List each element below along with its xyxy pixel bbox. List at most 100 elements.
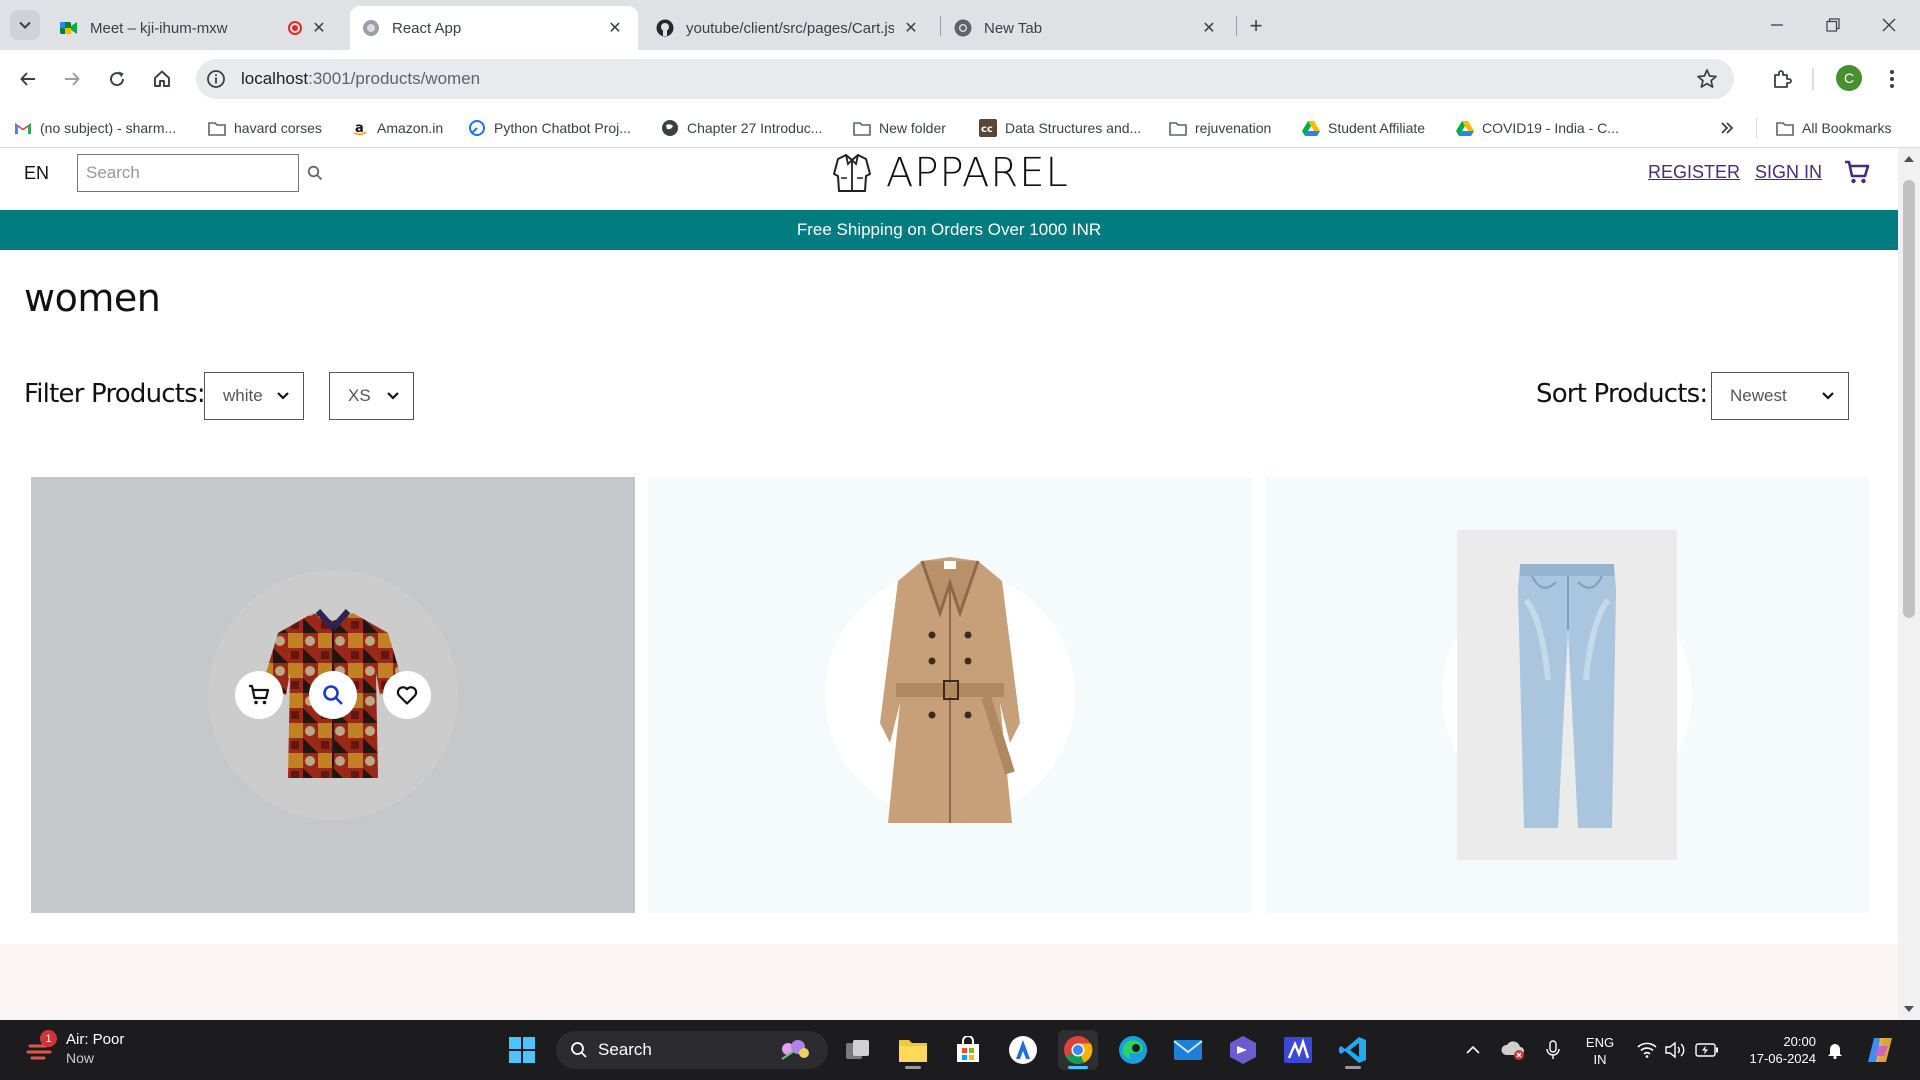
site-logo[interactable]: APPAREL — [832, 150, 1069, 196]
size-filter-select[interactable]: XS — [329, 372, 414, 420]
close-icon[interactable]: ✕ — [900, 17, 922, 39]
toolbar-divider — [1812, 68, 1814, 90]
select-value: XS — [348, 386, 371, 405]
onedrive-tray[interactable] — [1500, 1020, 1526, 1080]
product-card[interactable] — [1265, 477, 1869, 913]
tab-meet[interactable]: Meet – kji-ihum-mxw ✕ — [48, 6, 342, 50]
address-bar[interactable]: localhost:3001/products/women — [196, 59, 1734, 99]
close-window-button[interactable] — [1866, 10, 1912, 40]
close-icon[interactable]: ✕ — [308, 17, 330, 39]
tab-react-app[interactable]: React App ✕ — [350, 6, 638, 50]
bookmark-label: All Bookmarks — [1802, 120, 1892, 136]
edge-button[interactable] — [1113, 1030, 1153, 1070]
minimize-button[interactable] — [1754, 10, 1800, 40]
wifi-tray[interactable] — [1636, 1020, 1658, 1080]
speaker-icon — [1665, 1041, 1685, 1059]
battery-tray[interactable] — [1694, 1020, 1720, 1080]
site-info-icon[interactable] — [199, 62, 233, 96]
language-selector[interactable]: EN — [24, 163, 49, 184]
scroll-down-icon[interactable] — [1904, 1006, 1914, 1012]
back-button[interactable] — [12, 63, 44, 95]
volume-tray[interactable] — [1664, 1020, 1688, 1080]
mail-icon — [1173, 1040, 1203, 1060]
search-icon[interactable] — [307, 165, 323, 181]
page-title: women — [24, 276, 161, 320]
search-input[interactable] — [78, 155, 307, 191]
copilot-icon — [1868, 1038, 1892, 1062]
site-search-box[interactable] — [77, 154, 323, 192]
bookmark-gmail[interactable]: (no subject) - sharm... — [14, 116, 176, 140]
notification-badge: 1 — [40, 1030, 57, 1047]
bookmark-label: havard corses — [234, 120, 322, 136]
start-button[interactable] — [502, 1030, 542, 1070]
chrome-taskbar-button[interactable] — [1058, 1030, 1098, 1070]
chrome-menu-button[interactable] — [1876, 63, 1908, 95]
store-icon — [957, 1036, 979, 1062]
sort-select[interactable]: Newest — [1711, 372, 1849, 420]
edge-icon — [1119, 1036, 1147, 1064]
signin-link[interactable]: SIGN IN — [1755, 162, 1822, 183]
page-scrollbar[interactable] — [1898, 148, 1920, 1020]
show-hidden-icons-button[interactable] — [1462, 1020, 1484, 1080]
url-text: localhost:3001/products/women — [241, 69, 480, 89]
windows-taskbar: 1 Air: Poor Now Search ENG IN 20:00 17-0… — [0, 1020, 1920, 1080]
register-link[interactable]: REGISTER — [1648, 162, 1740, 183]
microphone-tray[interactable] — [1541, 1020, 1565, 1080]
region-code: IN — [1593, 1052, 1607, 1067]
cart-icon[interactable] — [1843, 158, 1871, 191]
bookmark-python-chatbot[interactable]: Python Chatbot Proj... — [468, 116, 631, 140]
app-launcher-button[interactable] — [1003, 1030, 1043, 1070]
tab-search-button[interactable] — [10, 10, 40, 40]
chrome-icon — [954, 19, 972, 37]
microsoft-store-button[interactable] — [948, 1030, 988, 1070]
new-tab-button[interactable]: + — [1242, 12, 1270, 40]
add-to-cart-button[interactable] — [235, 671, 283, 719]
gmail-icon — [14, 119, 32, 137]
more-bookmarks-button[interactable] — [1718, 116, 1744, 140]
tab-github[interactable]: youtube/client/src/pages/Cart.js ✕ — [644, 6, 934, 50]
color-filter-select[interactable]: white — [204, 372, 304, 420]
taskbar-search[interactable]: Search — [556, 1031, 828, 1069]
close-icon[interactable]: ✕ — [1198, 17, 1220, 39]
bookmark-covid19[interactable]: COVID19 - India - C... — [1456, 116, 1619, 140]
bookmark-rejuvenation[interactable]: rejuvenation — [1169, 116, 1271, 140]
mathematica-button[interactable] — [1278, 1030, 1318, 1070]
bookmark-student-affiliate[interactable]: Student Affiliate — [1302, 116, 1425, 140]
copilot-button[interactable] — [1864, 1020, 1898, 1080]
profile-avatar[interactable]: C — [1836, 65, 1862, 91]
quick-view-button[interactable] — [309, 671, 357, 719]
forward-button[interactable] — [56, 63, 88, 95]
task-view-button[interactable] — [838, 1030, 878, 1070]
power-automate-button[interactable] — [1223, 1030, 1263, 1070]
mail-button[interactable] — [1168, 1030, 1208, 1070]
restore-button[interactable] — [1810, 10, 1856, 40]
add-to-wishlist-button[interactable] — [383, 671, 431, 719]
bookmark-amazon[interactable]: a Amazon.in — [351, 116, 443, 140]
input-language-indicator[interactable]: ENG IN — [1580, 1034, 1620, 1068]
extensions-button[interactable] — [1766, 63, 1798, 95]
task-view-icon — [846, 1040, 869, 1059]
scrollbar-thumb[interactable] — [1903, 180, 1915, 618]
bookmark-star-icon[interactable] — [1696, 68, 1718, 95]
all-bookmarks-button[interactable]: All Bookmarks — [1776, 116, 1891, 140]
tab-new-tab[interactable]: New Tab ✕ — [942, 6, 1232, 50]
chrome-icon — [1064, 1036, 1093, 1064]
bookmark-chapter-27[interactable]: Chapter 27 Introduc... — [661, 116, 822, 140]
bookmark-new-folder[interactable]: New folder — [853, 116, 946, 140]
product-card[interactable] — [648, 477, 1252, 913]
weather-widget[interactable]: 1 Air: Poor Now — [26, 1030, 124, 1068]
vscode-button[interactable] — [1333, 1030, 1373, 1070]
scroll-up-icon[interactable] — [1904, 156, 1914, 162]
system-clock[interactable]: 20:00 17-06-2024 — [1736, 1033, 1817, 1067]
notifications-button[interactable] — [1824, 1020, 1846, 1080]
taskbar-search-label: Search — [598, 1040, 652, 1059]
bookmark-havard-corses[interactable]: havard corses — [208, 116, 322, 140]
folder-icon — [208, 119, 226, 137]
bookmark-data-structures[interactable]: cc Data Structures and... — [979, 116, 1141, 140]
file-explorer-button[interactable] — [893, 1030, 933, 1070]
filter-label: Filter Products: — [24, 379, 206, 409]
reload-button[interactable] — [101, 63, 133, 95]
product-card[interactable] — [31, 477, 635, 913]
close-icon[interactable]: ✕ — [604, 17, 626, 39]
home-button[interactable] — [146, 63, 178, 95]
